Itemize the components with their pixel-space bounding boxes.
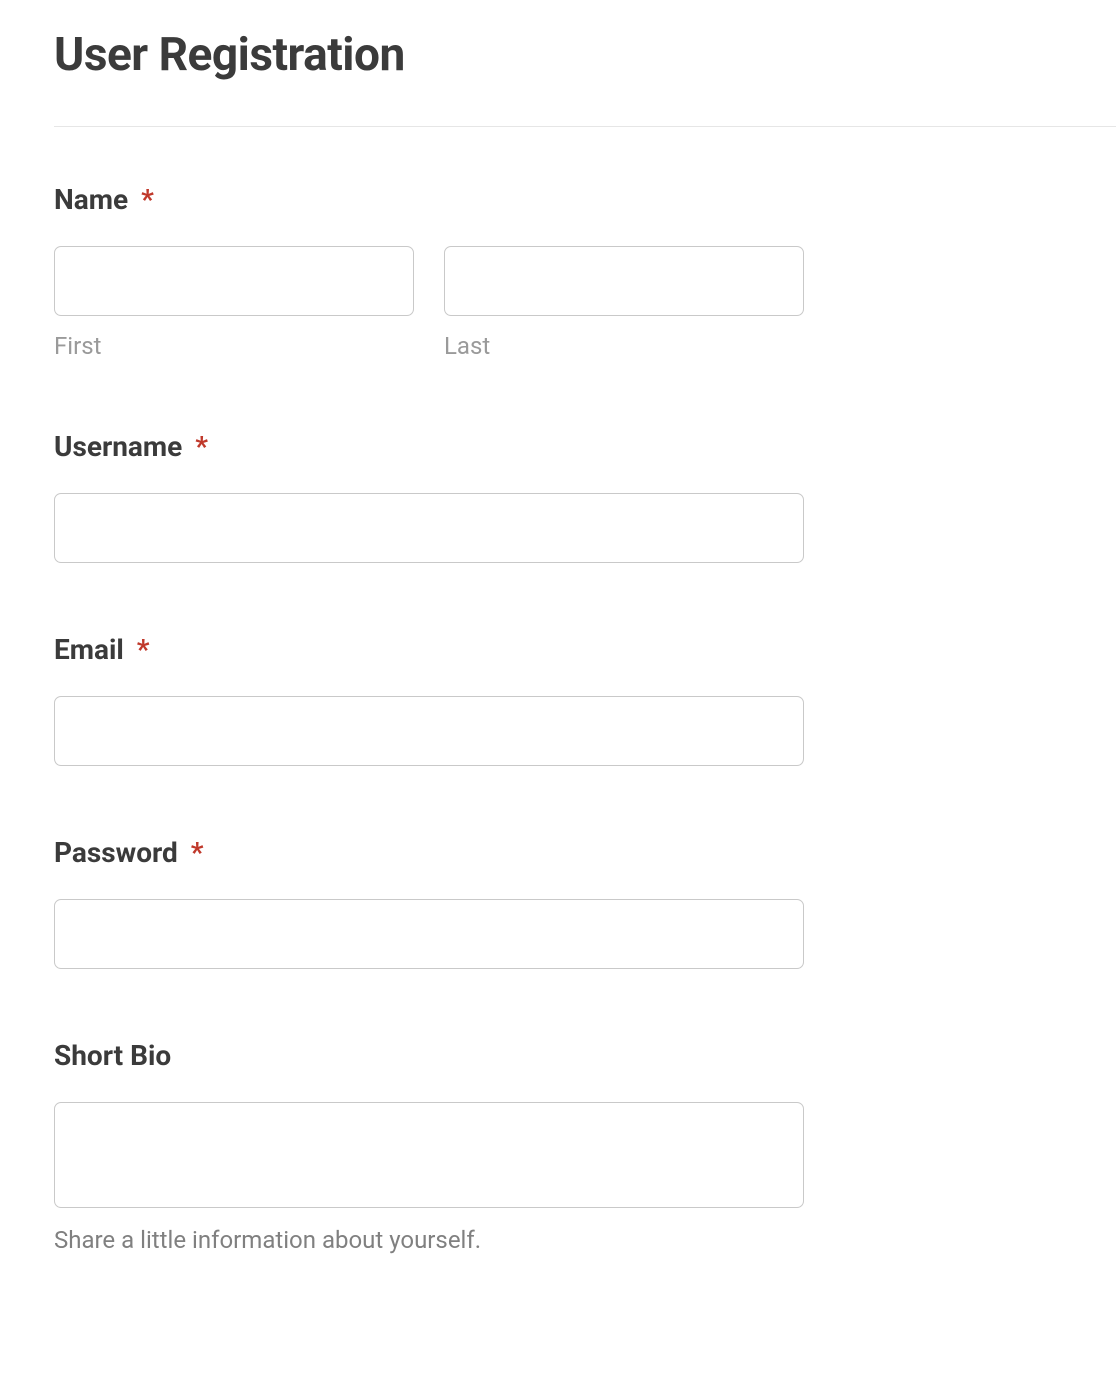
username-label-text: Username	[54, 430, 182, 463]
field-group-password: Password *	[54, 836, 1116, 969]
email-label: Email *	[54, 633, 1116, 666]
field-group-username: Username *	[54, 430, 1116, 563]
first-name-input[interactable]	[54, 246, 414, 316]
password-label-text: Password	[54, 836, 178, 869]
bio-label-text: Short Bio	[54, 1039, 171, 1072]
email-label-text: Email	[54, 633, 124, 666]
page-title: User Registration	[54, 28, 1116, 82]
required-asterisk: *	[137, 633, 150, 666]
divider	[54, 126, 1116, 127]
field-group-bio: Short Bio Share a little information abo…	[54, 1039, 1116, 1254]
name-label: Name *	[54, 183, 1116, 216]
field-group-name: Name * First Last	[54, 183, 1116, 360]
required-asterisk: *	[195, 430, 208, 463]
bio-label: Short Bio	[54, 1039, 1116, 1072]
bio-helper-text: Share a little information about yoursel…	[54, 1226, 1116, 1254]
last-name-input[interactable]	[444, 246, 804, 316]
last-name-sublabel: Last	[444, 332, 804, 360]
username-label: Username *	[54, 430, 1116, 463]
required-asterisk: *	[191, 836, 204, 869]
last-name-col: Last	[444, 246, 804, 360]
username-input[interactable]	[54, 493, 804, 563]
bio-textarea[interactable]	[54, 1102, 804, 1208]
password-label: Password *	[54, 836, 1116, 869]
password-input[interactable]	[54, 899, 804, 969]
email-input[interactable]	[54, 696, 804, 766]
first-name-col: First	[54, 246, 414, 360]
name-row: First Last	[54, 246, 804, 360]
required-asterisk: *	[141, 183, 154, 216]
name-label-text: Name	[54, 183, 128, 216]
first-name-sublabel: First	[54, 332, 414, 360]
field-group-email: Email *	[54, 633, 1116, 766]
